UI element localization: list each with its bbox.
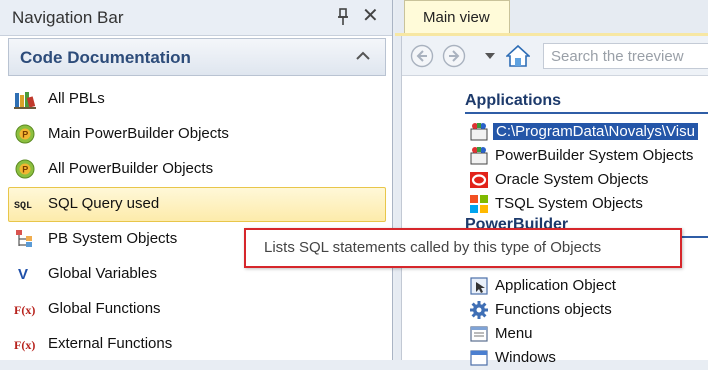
nav-item-label: PB System Objects [48,230,178,247]
tree-item-application-object[interactable]: Application Object [469,274,708,298]
tree-item-label: C:\ProgramData\Novalys\Visu [493,123,698,140]
tree-item-windows[interactable]: Windows [469,346,708,370]
svg-text:F(x): F(x) [14,303,35,317]
main-view-pane: Main view Search the treeview Applicatio… [395,0,708,366]
tree-item-menu[interactable]: Menu [469,322,708,346]
nav-item-label: External Functions [48,335,173,352]
tree-item-oracle-system-objects[interactable]: Oracle System Objects [469,168,708,192]
function-icon: F(x) [14,303,35,317]
svg-text:P: P [22,130,28,140]
forward-arrow-icon[interactable] [442,44,466,68]
search-input[interactable] [551,47,708,65]
nav-item-main-powerbuilder-objects[interactable]: P Main PowerBuilder Objects [8,117,386,152]
close-icon[interactable]: ✕ [362,6,379,26]
function-icon: F(x) [14,338,35,352]
tree-item-label: Oracle System Objects [495,171,649,188]
window-icon [470,350,488,366]
tooltip-text: Lists SQL statements called by this type… [264,239,602,256]
chevron-up-icon[interactable] [355,49,371,63]
gear-icon [470,301,488,319]
tree-item-label: Functions objects [495,301,612,318]
tree-item-label: Application Object [495,277,616,294]
navigation-bar-header: Navigation Bar ✕ [0,0,392,36]
section-divider [465,112,708,114]
powerbuilder-icon: P [15,124,35,144]
treeview-toolbar [402,36,708,76]
nav-item-label: SQL Query used [48,195,160,212]
svg-text:P: P [22,165,28,175]
nav-item-label: Global Functions [48,300,161,317]
group-title: Code Documentation [20,48,191,67]
nav-item-sql-query-used[interactable]: SQL SQL Query used [8,187,386,222]
home-icon[interactable] [506,44,530,68]
svg-text:SQL: SQL [14,201,32,212]
nav-item-external-functions[interactable]: F(x) External Functions [8,327,386,362]
back-arrow-icon[interactable] [410,44,434,68]
search-box[interactable] [543,43,708,69]
nav-item-all-pbls[interactable]: All PBLs [8,82,386,117]
nav-item-label: Main PowerBuilder Objects [48,125,229,142]
tab-main-view[interactable]: Main view [404,0,510,34]
main-view-content: Applications C:\ProgramData\Novalys\Visu… [401,36,708,366]
nav-item-label: Global Variables [48,265,157,282]
tree-item-powerbuilder-system-objects[interactable]: PowerBuilder System Objects [469,144,708,168]
tree-item-label: PowerBuilder System Objects [495,147,694,164]
tree-item-tsql-system-objects[interactable]: TSQL System Objects [469,192,708,216]
tab-label: Main view [423,9,490,26]
code-documentation-list: All PBLs P Main PowerBuilder Objects P A… [8,82,386,362]
application-object-icon [470,277,488,295]
tree-item-label: TSQL System Objects [495,195,643,212]
svg-text:V: V [18,266,28,283]
tree-item-label: Windows [495,349,556,366]
code-documentation-group-header[interactable]: Code Documentation [8,38,386,76]
app-objects-icon [470,147,488,165]
powerbuilder-icon: P [15,159,35,179]
variable-icon: V [18,266,28,283]
oracle-icon [470,172,488,188]
hierarchy-icon [16,230,32,247]
svg-text:F(x): F(x) [14,338,35,352]
navigation-bar: Navigation Bar ✕ Code Documentation All … [0,0,393,360]
nav-item-label: All PowerBuilder Objects [48,160,214,177]
tree-item-application-path[interactable]: C:\ProgramData\Novalys\Visu [469,120,708,144]
tsql-icon [470,195,488,213]
books-icon [14,92,36,109]
app-objects-icon [470,123,488,141]
nav-item-global-functions[interactable]: F(x) Global Functions [8,292,386,327]
navigation-bar-title: Navigation Bar [12,8,124,27]
history-dropdown-icon[interactable] [484,50,496,62]
sql-icon: SQL [14,201,32,212]
tree-item-label: Menu [495,325,533,342]
pin-icon[interactable] [336,8,350,26]
menu-icon [470,326,488,342]
tree-item-functions-objects[interactable]: Functions objects [469,298,708,322]
section-heading-applications: Applications [465,92,562,109]
nav-item-label: All PBLs [48,90,105,107]
nav-item-all-powerbuilder-objects[interactable]: P All PowerBuilder Objects [8,152,386,187]
sql-query-tooltip: Lists SQL statements called by this type… [244,228,682,268]
